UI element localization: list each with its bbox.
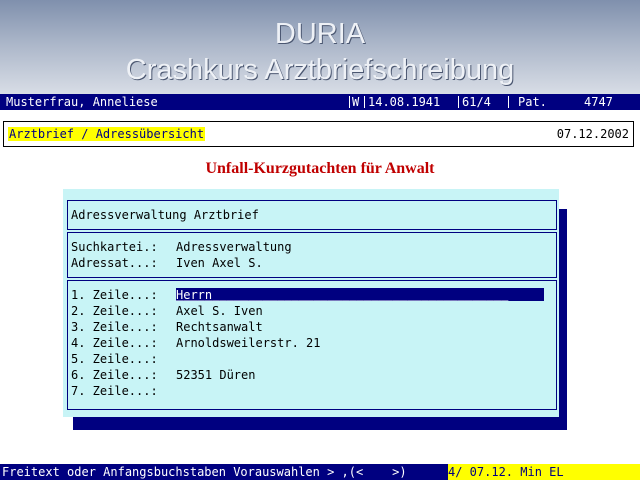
app-subtitle: Crashkurs Arztbriefschreibung — [125, 54, 515, 86]
line-1-input[interactable]: Herrn — [176, 288, 212, 302]
line-7-label: 7. Zeile...: — [71, 384, 158, 398]
line-3-input[interactable]: Rechtsanwalt — [176, 320, 263, 334]
adressat-label: Adressat...: — [71, 256, 158, 270]
active-field-underline: ________________________________________… — [176, 287, 509, 301]
status-info: 4/ 07.12. Min EL — [448, 464, 640, 480]
patient-number: 4747 — [584, 95, 613, 109]
screen-title: Arztbrief / Adressübersicht — [8, 127, 206, 141]
patient-name: Musterfrau, Anneliese — [6, 95, 158, 109]
line-2-input[interactable]: Axel S. Iven — [176, 304, 263, 318]
patient-code: 61/4 — [462, 95, 491, 109]
search-box — [67, 232, 557, 278]
screen-date: 07.12.2002 — [556, 127, 629, 141]
line-3-label: 3. Zeile...: — [71, 320, 158, 334]
app-banner: DURIA Crashkurs Arztbriefschreibung — [0, 0, 640, 94]
document-title: Unfall-Kurzgutachten für Anwalt — [205, 160, 435, 177]
screen-header: Arztbrief / Adressübersicht 07.12.2002 — [3, 121, 634, 147]
app-title: DURIA — [274, 18, 366, 50]
line-1-label: 1. Zeile...: — [71, 288, 158, 302]
suchkartei-label: Suchkartei.: — [71, 240, 158, 254]
line-4-label: 4. Zeile...: — [71, 336, 158, 350]
suchkartei-value[interactable]: Adressverwaltung — [176, 240, 292, 254]
line-6-input[interactable]: 52351 Düren — [176, 368, 255, 382]
line-2-label: 2. Zeile...: — [71, 304, 158, 318]
patient-number-label: Pat. — [518, 95, 547, 109]
separator — [364, 96, 365, 108]
line-5-label: 5. Zeile...: — [71, 352, 158, 366]
patient-dob: 14.08.1941 — [368, 95, 441, 109]
line-6-label: 6. Zeile...: — [71, 368, 158, 382]
patient-bar: Musterfrau, Anneliese W 14.08.1941 61/4 … — [0, 94, 640, 110]
status-hint: Freitext oder Anfangsbuchstaben Vorauswa… — [2, 465, 407, 479]
line-4-input[interactable]: Arnoldsweilerstr. 21 — [176, 336, 321, 350]
status-bar: Freitext oder Anfangsbuchstaben Vorauswa… — [0, 464, 640, 480]
adressat-value[interactable]: Iven Axel S. — [176, 256, 263, 270]
separator — [508, 96, 509, 108]
dialog-title: Adressverwaltung Arztbrief — [71, 208, 259, 222]
separator — [458, 96, 459, 108]
patient-sex: W — [352, 95, 360, 109]
separator — [349, 96, 350, 108]
